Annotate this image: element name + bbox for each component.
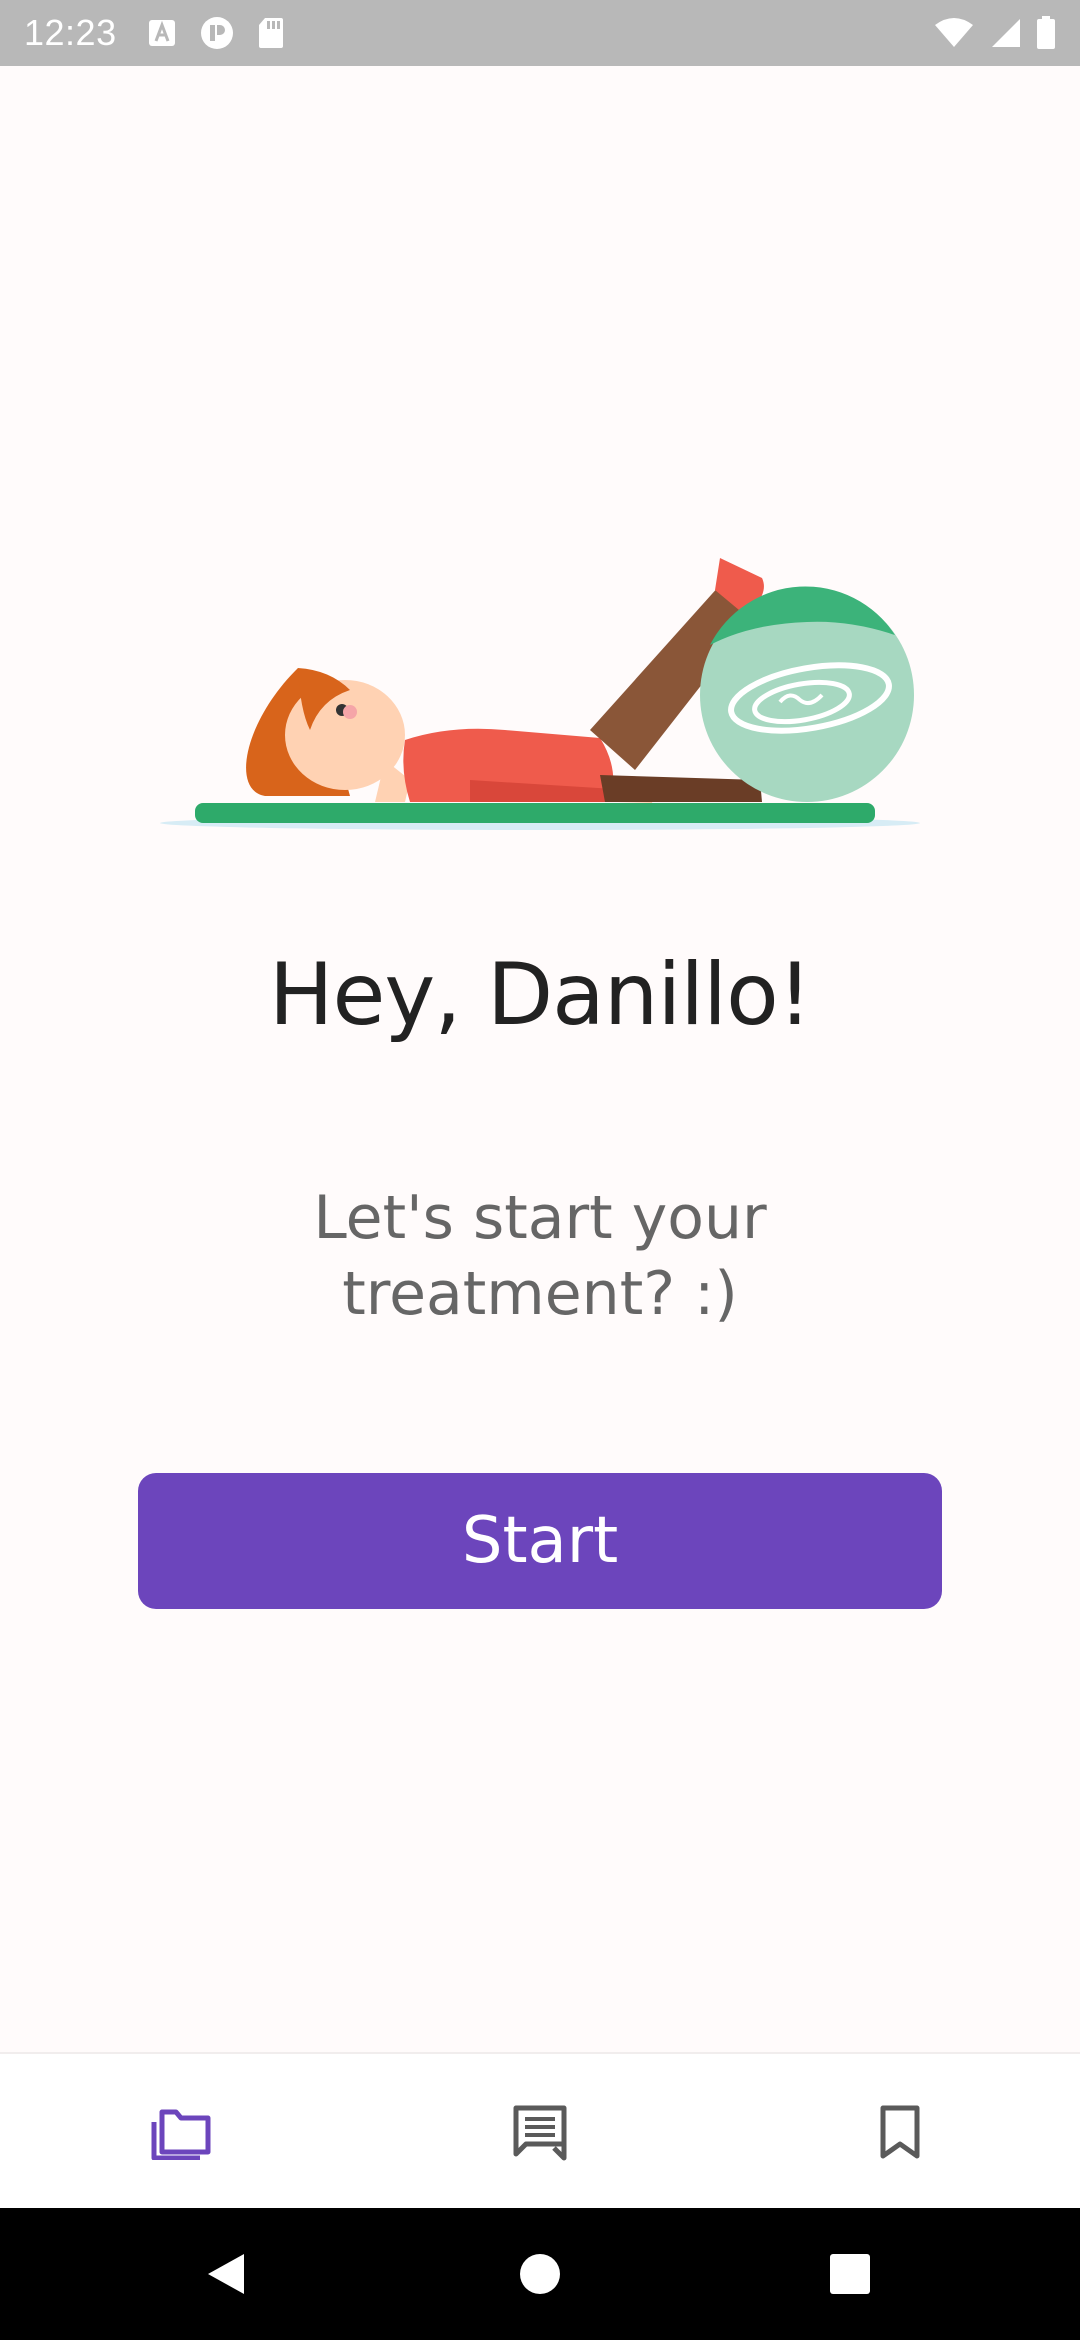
sd-card-icon: [258, 18, 283, 48]
system-back-button[interactable]: [186, 2234, 266, 2314]
status-bar: 12:23: [0, 0, 1080, 66]
status-notifications: [147, 15, 285, 51]
system-recents-button[interactable]: [810, 2234, 890, 2314]
bottom-navigation: [0, 2052, 1080, 2208]
status-time: 12:23: [24, 12, 117, 53]
nav-item-messages[interactable]: [460, 2054, 620, 2210]
system-navigation-bar: [0, 2208, 1080, 2340]
messages-icon: [513, 2105, 567, 2161]
battery-icon: [1037, 16, 1055, 49]
folders-icon: [151, 2109, 211, 2160]
greeting-title: Hey, Danillo!: [268, 945, 812, 1045]
home-icon: [520, 2254, 560, 2294]
start-button[interactable]: Start: [138, 1473, 942, 1609]
greeting-subtitle: Let's start your treatment? :): [313, 1183, 767, 1329]
wifi-icon: [935, 18, 973, 47]
recents-icon: [830, 2254, 870, 2294]
a-box-icon: [148, 20, 175, 46]
cell-signal-icon: [992, 19, 1020, 47]
system-home-button[interactable]: [500, 2234, 580, 2314]
status-system-icons: [934, 16, 1056, 50]
nav-item-saved[interactable]: [820, 2054, 980, 2210]
bookmark-icon: [880, 2105, 920, 2159]
app-notification-icon: [200, 17, 233, 49]
woman-exercising-with-ball-illustration: [160, 558, 920, 830]
back-icon: [208, 2254, 244, 2294]
nav-item-folders[interactable]: [100, 2054, 260, 2210]
